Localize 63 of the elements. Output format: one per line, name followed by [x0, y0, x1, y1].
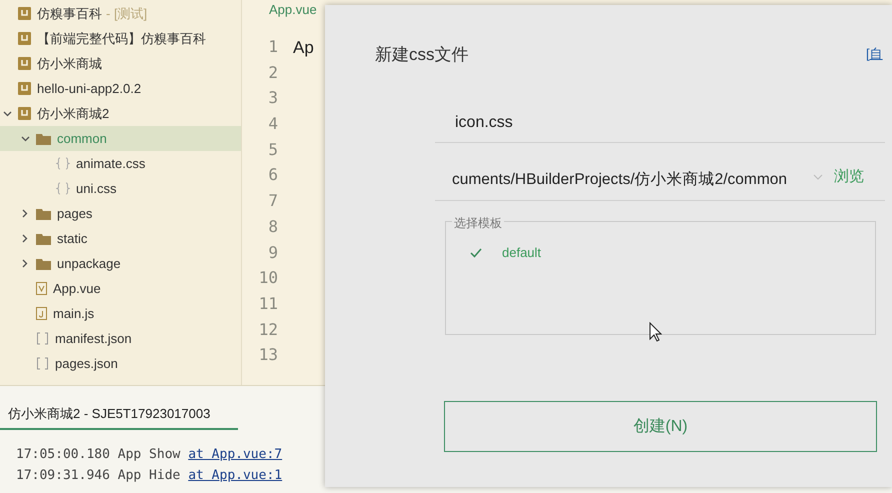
expanded-caret-icon — [20, 136, 30, 142]
project-icon — [18, 7, 31, 20]
line-number: 2 — [268, 62, 278, 84]
line-number: 7 — [268, 190, 278, 212]
folder-icon — [36, 208, 51, 220]
tree-item[interactable]: hello-uni-app2.0.2 — [0, 76, 241, 101]
tree-item[interactable]: 仿小米商城2 — [0, 101, 241, 126]
tree-item[interactable]: unpackage — [0, 251, 241, 276]
line-number: 8 — [268, 216, 278, 238]
braces-icon — [56, 157, 70, 170]
brackets-icon — [36, 332, 49, 345]
tree-item[interactable]: manifest.json — [0, 326, 241, 351]
project-icon — [18, 32, 31, 45]
source-link[interactable]: at App.vue:7 — [188, 446, 282, 462]
project-icon — [18, 82, 31, 95]
dialog-title: 新建css文件 — [375, 44, 468, 66]
tree-item[interactable]: 仿糗事百科 - [测试] — [0, 1, 241, 26]
mouse-cursor-icon — [649, 322, 662, 342]
brackets-icon — [36, 357, 49, 370]
project-icon — [18, 107, 31, 120]
line-number: 4 — [268, 113, 278, 136]
line-number: 12 — [258, 318, 278, 341]
log-message: 17:09:31.946 App Hide — [16, 468, 182, 482]
line-number: 5 — [268, 138, 278, 161]
folder-icon — [36, 258, 51, 270]
file-name-field[interactable]: icon.css — [435, 103, 885, 143]
log-message: 17:05:00.180 App Show — [16, 446, 182, 462]
custom-template-link[interactable]: [自 — [866, 44, 883, 64]
group-legend: 选择模板 — [452, 214, 504, 232]
tree-item[interactable]: App.vue — [0, 276, 241, 301]
chevron-icon[interactable] — [813, 174, 823, 180]
tree-item[interactable]: animate.css — [0, 151, 241, 176]
tree-item[interactable]: uni.css — [0, 176, 241, 201]
expanded-caret-icon — [2, 110, 12, 116]
editor-tab[interactable]: App.vue — [269, 0, 317, 20]
tree-item[interactable]: static — [0, 226, 241, 251]
project-tag: - [测试] — [106, 4, 148, 24]
line-number: 13 — [258, 344, 278, 366]
line-number: 11 — [258, 292, 278, 315]
file-icon — [36, 282, 47, 295]
tree-item[interactable]: main.js — [0, 301, 241, 326]
line-number: 3 — [268, 87, 278, 110]
collapsed-caret-icon — [22, 259, 28, 268]
path-field[interactable]: cuments/HBuilderProjects/仿小米商城2/common — [435, 160, 811, 200]
tree-item[interactable]: pages.json — [0, 351, 241, 376]
tree-item[interactable]: 仿小米商城 — [0, 51, 241, 76]
line-number: 9 — [268, 242, 278, 264]
project-icon — [18, 57, 31, 70]
folder-icon — [36, 132, 51, 144]
code-line: Ap — [293, 37, 314, 59]
check-icon — [470, 248, 482, 258]
line-number: 10 — [258, 267, 278, 290]
file-icon — [36, 307, 47, 320]
line-number: 6 — [268, 164, 278, 186]
tree-item[interactable]: 【前端完整代码】仿糗事百科 — [0, 26, 241, 51]
tree-item[interactable]: pages — [0, 201, 241, 226]
folder-icon — [36, 232, 51, 244]
line-number: 1 — [268, 36, 278, 58]
collapsed-caret-icon — [22, 209, 28, 218]
collapsed-caret-icon — [22, 234, 28, 243]
source-link[interactable]: at App.vue:1 — [188, 468, 282, 482]
console-tab[interactable]: 仿小米商城2 - SJE5T17923017003 — [0, 404, 238, 430]
braces-icon — [56, 182, 70, 195]
